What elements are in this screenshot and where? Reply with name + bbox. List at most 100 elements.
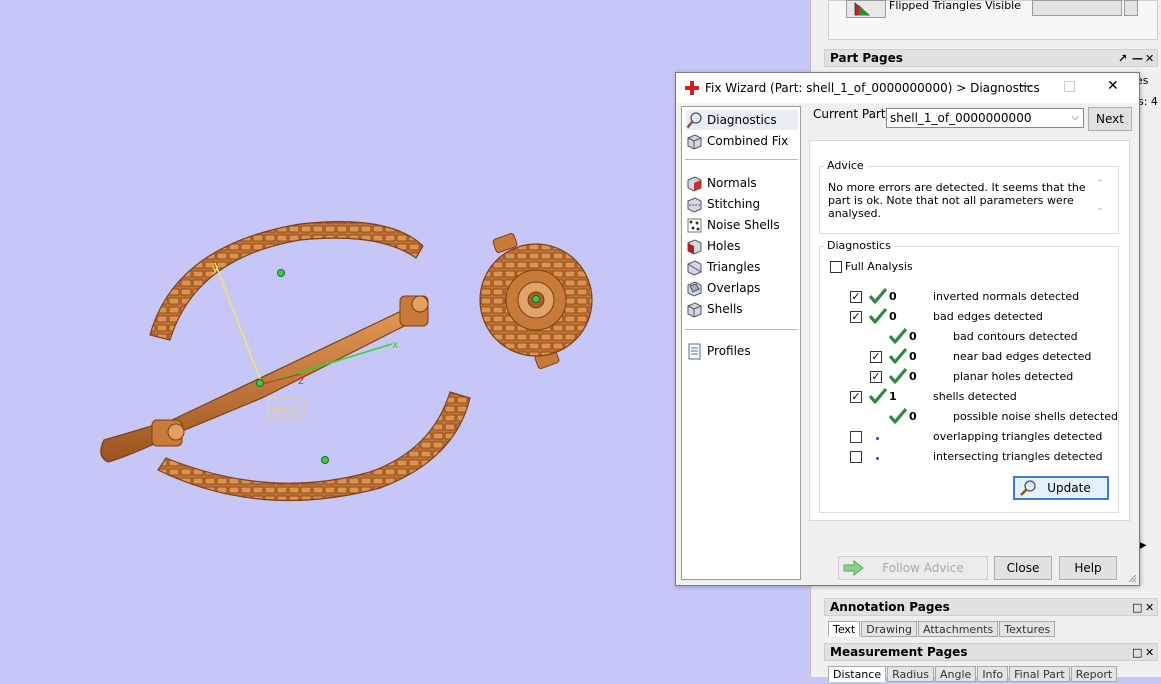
diagnostic-checkbox[interactable]: ✓: [850, 391, 862, 403]
measurement-tabs: Distance Radius Angle Info Final Part Re…: [828, 666, 1118, 684]
nav-item-label: Profiles: [707, 344, 751, 358]
magnifier-icon: [1020, 480, 1036, 496]
diagnostic-label: intersecting triangles detected: [933, 450, 1103, 463]
pin-icon[interactable]: ↗: [1118, 50, 1127, 67]
advice-title: Advice: [824, 159, 867, 172]
maximize-window-button[interactable]: □: [1063, 78, 1076, 94]
cube-icon: [687, 133, 702, 150]
axis-z-label: z: [298, 374, 304, 387]
nav-item-normals[interactable]: Normals: [686, 173, 798, 193]
diagnostics-title: Diagnostics: [824, 239, 894, 252]
part-pages-title-bar: Part Pages ↗ — ✕: [824, 49, 1158, 67]
triangles-cube-icon: [687, 259, 702, 276]
follow-advice-button[interactable]: Follow Advice: [838, 556, 988, 580]
diagnostic-label: inverted normals detected: [933, 290, 1080, 303]
checkmark-icon: [869, 388, 887, 404]
shells-cube-icon: [687, 301, 702, 318]
help-button[interactable]: Help: [1059, 556, 1117, 580]
tab-drawing[interactable]: Drawing: [861, 621, 917, 637]
normals-cube-icon: [687, 175, 702, 192]
next-button[interactable]: Next: [1088, 107, 1132, 131]
noise-shells-icon: [687, 218, 702, 232]
minimize-window-button[interactable]: —: [1019, 78, 1033, 94]
magnifier-icon: [686, 111, 702, 128]
nav-item-stitching[interactable]: Stitching: [686, 194, 798, 214]
diagnostic-count: 0: [889, 310, 897, 323]
close-icon[interactable]: ✕: [1145, 50, 1154, 67]
diagnostic-label: shells detected: [933, 390, 1017, 403]
dialog-title: Fix Wizard (Part: shell_1_of_0000000000)…: [705, 81, 1040, 95]
diagnostic-count: 0: [909, 350, 917, 363]
diagnostic-count: 0: [909, 410, 917, 423]
part-pages-scroll-arrow[interactable]: ▶: [1139, 540, 1147, 551]
checkmark-icon: [889, 348, 907, 364]
restore-icon[interactable]: □: [1132, 644, 1142, 661]
nav-item-label: Combined Fix: [707, 134, 789, 148]
full-analysis-label: Full Analysis: [845, 260, 913, 273]
nav-item-shells[interactable]: Shells: [686, 299, 798, 319]
nav-item-diagnostics[interactable]: Diagnostics: [686, 110, 798, 130]
measurement-pages-title-bar: Measurement Pages □ ✕: [824, 643, 1158, 661]
close-button[interactable]: Close: [994, 556, 1052, 580]
chevron-down-icon: ⌵: [1071, 112, 1079, 123]
nav-separator: [685, 329, 798, 330]
measurement-pages-title: Measurement Pages: [830, 645, 968, 659]
diagnostic-checkbox[interactable]: [850, 431, 862, 443]
close-icon[interactable]: ✕: [1145, 644, 1154, 661]
fix-wizard-dialog: Fix Wizard (Part: shell_1_of_0000000000)…: [675, 72, 1140, 586]
nav-item-noise-shells[interactable]: Noise Shells: [686, 215, 798, 235]
diagnostic-count: 0: [909, 330, 917, 343]
top-panel-scroll[interactable]: [1124, 0, 1138, 16]
nav-item-triangles[interactable]: Triangles: [686, 257, 798, 277]
holes-cube-icon: [687, 238, 702, 255]
nav-separator: [685, 159, 798, 160]
minimize-icon[interactable]: —: [1132, 50, 1143, 67]
tab-info[interactable]: Info: [977, 666, 1009, 682]
tab-distance[interactable]: Distance: [828, 666, 887, 682]
green-arrow-icon: [843, 560, 864, 576]
diagnostic-label: planar holes detected: [953, 370, 1074, 383]
diagnostic-checkbox[interactable]: ✓: [850, 311, 862, 323]
tab-radius[interactable]: Radius: [887, 666, 934, 682]
part-pages-title: Part Pages: [830, 51, 903, 65]
tab-final-part[interactable]: Final Part: [1009, 666, 1070, 682]
diagnostic-checkbox[interactable]: ✓: [850, 291, 862, 303]
tab-report[interactable]: Report: [1070, 666, 1118, 682]
tab-text[interactable]: Text: [828, 621, 861, 637]
nav-item-label: Holes: [707, 239, 741, 253]
follow-advice-label: Follow Advice: [882, 561, 964, 575]
nav-item-overlaps[interactable]: Overlaps: [686, 278, 798, 298]
close-icon[interactable]: ✕: [1145, 599, 1154, 616]
checkmark-icon: [889, 368, 907, 384]
restore-icon[interactable]: □: [1132, 599, 1142, 616]
scroll-up-icon[interactable]: ⌃: [1093, 179, 1107, 189]
diagnostic-checkbox[interactable]: [850, 451, 862, 463]
diagnostic-label: overlapping triangles detected: [933, 430, 1103, 443]
update-button[interactable]: Update: [1013, 476, 1109, 500]
flipped-triangles-icon: [854, 2, 871, 16]
scroll-down-icon[interactable]: ⌄: [1093, 203, 1107, 213]
advice-scrollbar[interactable]: ⌃ ⌄: [1093, 179, 1107, 227]
dialog-title-bar[interactable]: Fix Wizard (Part: shell_1_of_0000000000)…: [676, 73, 1139, 103]
diagnostic-label: bad edges detected: [933, 310, 1043, 323]
nav-item-label: Diagnostics: [707, 113, 777, 127]
resize-grip-icon[interactable]: [1127, 573, 1137, 583]
full-analysis-checkbox[interactable]: [830, 261, 842, 273]
checkmark-icon: [869, 288, 887, 304]
nav-item-label: Triangles: [707, 260, 761, 274]
tab-angle[interactable]: Angle: [935, 666, 977, 682]
flipped-triangles-button[interactable]: [846, 0, 886, 18]
diagnostic-checkbox[interactable]: ✓: [870, 371, 882, 383]
tab-attachments[interactable]: Attachments: [918, 621, 999, 637]
update-label: Update: [1047, 481, 1091, 495]
diagnostic-checkbox[interactable]: ✓: [870, 351, 882, 363]
nav-item-combined-fix[interactable]: Combined Fix: [686, 131, 798, 151]
close-window-button[interactable]: ✕: [1107, 78, 1119, 94]
diagnostic-label: bad contours detected: [953, 330, 1078, 343]
stitching-cube-icon: [687, 196, 702, 213]
nav-item-holes[interactable]: Holes: [686, 236, 798, 256]
nav-item-profiles[interactable]: Profiles: [686, 341, 798, 361]
tab-textures[interactable]: Textures: [999, 621, 1056, 637]
current-part-select[interactable]: shell_1_of_0000000000 ⌵: [886, 108, 1084, 128]
view-cube-preview[interactable]: [1032, 0, 1122, 16]
